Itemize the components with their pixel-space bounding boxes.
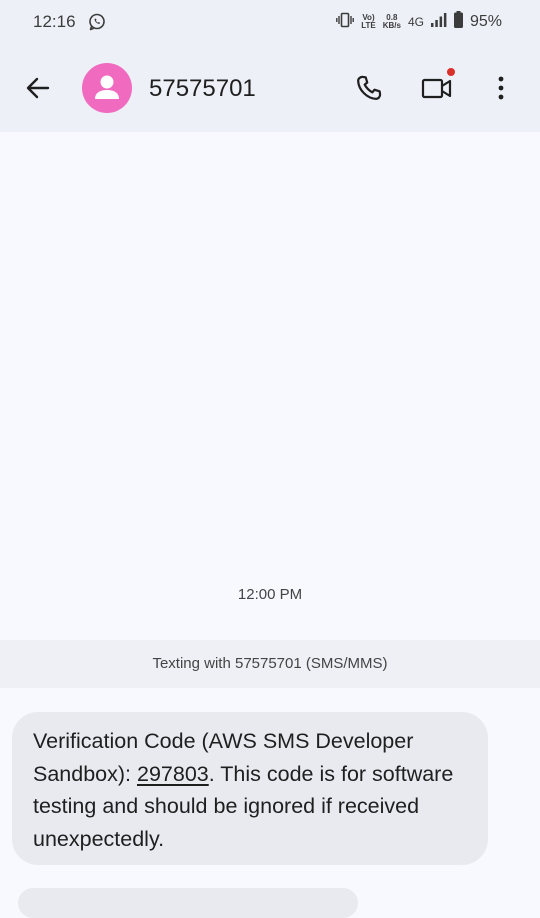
video-call-button[interactable]: [420, 73, 454, 103]
message-timestamp: 12:00 PM: [237, 586, 303, 603]
video-camera-icon: [421, 78, 452, 99]
back-arrow-icon: [26, 77, 50, 99]
battery-icon: [453, 11, 463, 33]
speed-unit: KB/s: [382, 21, 401, 30]
conversation-header: 57575701: [0, 44, 540, 132]
network-type: 4G: [407, 15, 424, 29]
voice-call-button[interactable]: [355, 74, 383, 102]
next-message-bubble[interactable]: [18, 888, 358, 918]
status-time: 12:16: [33, 12, 76, 31]
contact-name[interactable]: 57575701: [149, 75, 256, 103]
status-bar: 12:16 Vo) LTE 0.8 KB/s 4G 95%: [0, 0, 540, 44]
texting-banner: Texting with 57575701 (SMS/MMS): [0, 640, 540, 688]
back-button[interactable]: [24, 74, 52, 102]
phone-icon: [357, 75, 382, 100]
volte-indicator: Vo) LTE: [361, 14, 376, 30]
more-vert-icon: [498, 76, 504, 100]
more-options-button[interactable]: [490, 74, 512, 102]
person-icon: [95, 75, 119, 99]
status-indicators: Vo) LTE 0.8 KB/s 4G 95%: [336, 10, 502, 34]
video-notification-dot: [447, 68, 455, 76]
network-speed: 0.8 KB/s: [383, 14, 401, 30]
vibrate-icon: [336, 12, 355, 33]
verification-code-link[interactable]: 297803: [137, 762, 209, 786]
whatsapp-notification-icon: [88, 13, 106, 36]
volte-bottom-text: LTE: [361, 21, 376, 30]
message-bubble[interactable]: Verification Code (AWS SMS Developer San…: [12, 712, 488, 865]
battery-percent: 95%: [469, 13, 502, 30]
signal-icon: [430, 12, 447, 32]
contact-avatar[interactable]: [82, 63, 132, 113]
